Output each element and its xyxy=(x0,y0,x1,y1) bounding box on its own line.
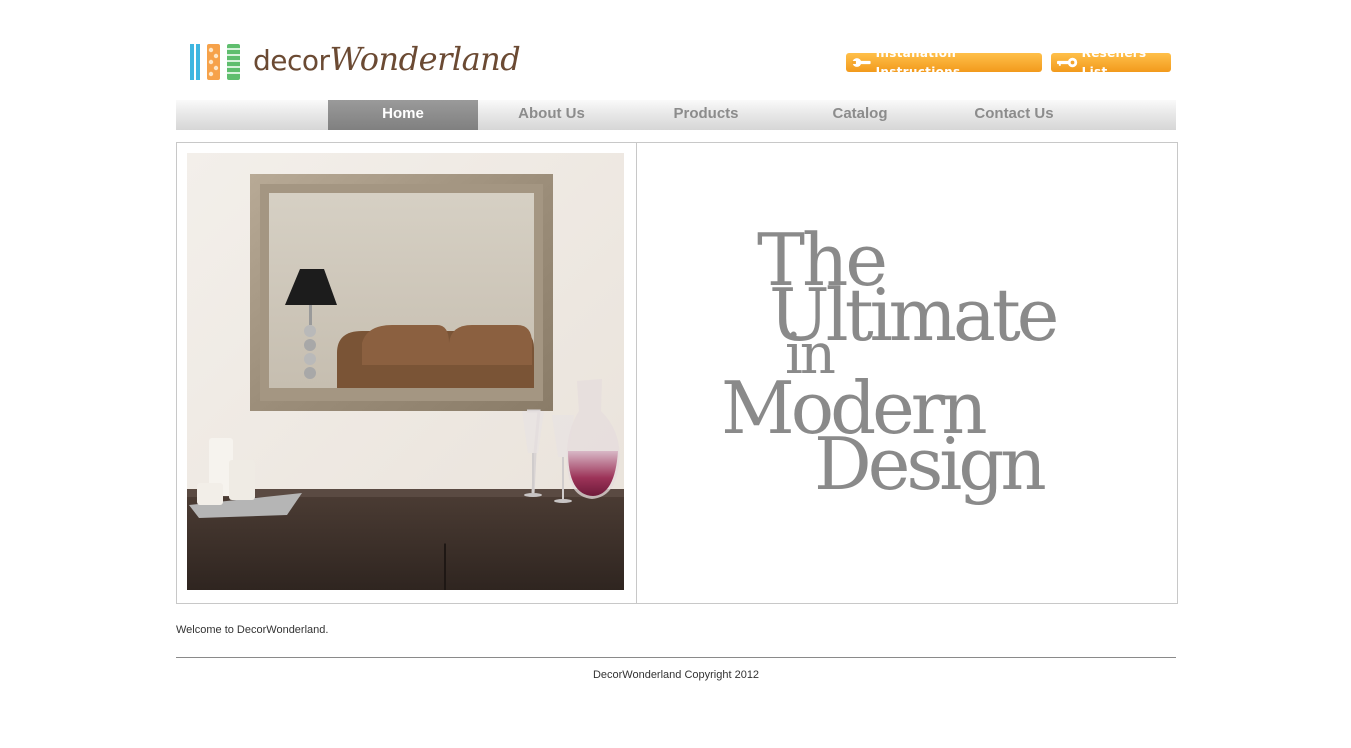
hero-panel: The Ultimate in Modern Design xyxy=(176,142,1178,604)
copyright-text: DecorWonderland Copyright 2012 xyxy=(592,669,760,681)
logo-text-plain: decor xyxy=(253,44,330,77)
installation-instructions-label: Installation Instructions xyxy=(875,45,961,79)
hero-image-cell xyxy=(177,143,637,603)
logo-wordmark: decorWonderland xyxy=(253,40,521,78)
logo-stripes-icon xyxy=(190,44,240,80)
nav-item-products[interactable]: Products xyxy=(629,100,783,130)
tagline-line-5: Design xyxy=(814,422,1045,506)
installation-instructions-button[interactable]: Installation Instructions xyxy=(846,46,1042,79)
nav-item-home[interactable]: Home xyxy=(328,100,478,130)
main-navigation: Home About Us Products Catalog Contact U… xyxy=(176,100,1176,130)
nav-item-about-us[interactable]: About Us xyxy=(478,100,625,130)
mirror-room-photo xyxy=(187,153,624,590)
footer-divider xyxy=(176,657,1176,658)
resellers-list-button[interactable]: Resellers List xyxy=(1051,46,1171,79)
logo-text-script: Wonderland xyxy=(329,40,521,78)
nav-item-contact-us[interactable]: Contact Us xyxy=(936,100,1092,130)
site-logo[interactable]: decorWonderland xyxy=(189,40,521,84)
key-icon xyxy=(1057,57,1078,68)
resellers-list-label: Resellers List xyxy=(1081,45,1147,79)
tagline-graphic: The Ultimate in Modern Design xyxy=(721,223,1061,506)
wrench-icon xyxy=(852,58,871,67)
welcome-text: Welcome to DecorWonderland. xyxy=(176,624,329,636)
nav-item-catalog[interactable]: Catalog xyxy=(786,100,934,130)
